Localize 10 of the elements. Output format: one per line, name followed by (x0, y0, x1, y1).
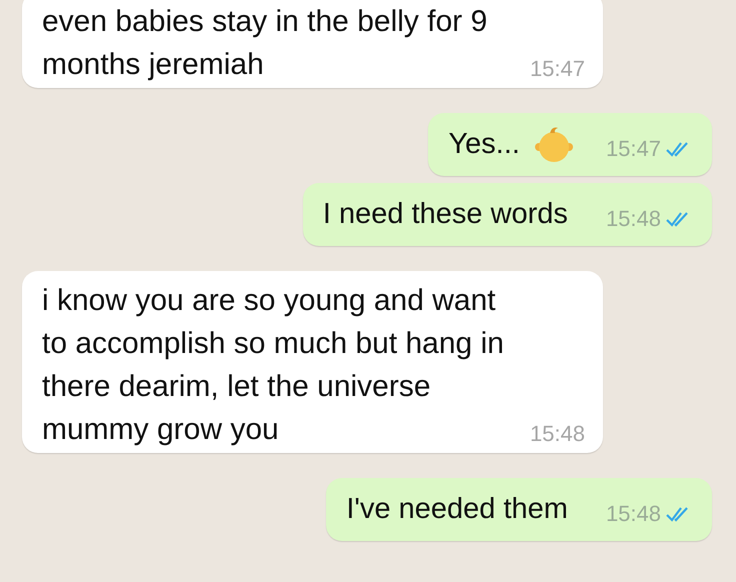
message-text: Yes... (448, 127, 520, 162)
message-text: even babies stay in the belly for 9 months jeremiah (42, 4, 488, 83)
message-time: 15:48 (606, 501, 661, 527)
message-text: i know you are so young and want to accomplish so much but hang in there dearim, let the universe mummy grow you (42, 283, 505, 448)
message-time: 15:48 (606, 206, 661, 232)
message-text: I need these words (322, 197, 568, 232)
message-time: 15:48 (530, 421, 585, 447)
message-text: I've needed them (346, 492, 568, 527)
message-time: 15:47 (530, 56, 585, 82)
message-time: 15:47 (606, 136, 661, 162)
